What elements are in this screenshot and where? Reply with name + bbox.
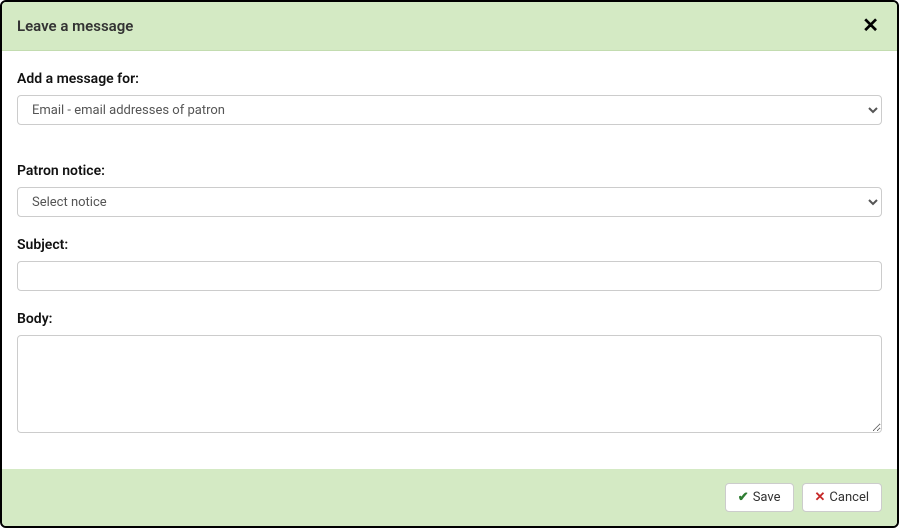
message-for-label: Add a message for: <box>17 71 882 87</box>
subject-label: Subject: <box>17 237 882 253</box>
patron-notice-label: Patron notice: <box>17 163 882 179</box>
check-icon: ✔ <box>738 490 749 505</box>
cancel-button[interactable]: ✕ Cancel <box>802 483 882 512</box>
close-icon: ✕ <box>862 15 879 37</box>
body-textarea[interactable] <box>17 335 882 433</box>
subject-input[interactable] <box>17 261 882 291</box>
leave-message-modal: Leave a message ✕ Add a message for: Ema… <box>0 0 899 528</box>
cross-icon: ✕ <box>815 490 826 505</box>
modal-header: Leave a message ✕ <box>2 2 897 51</box>
message-for-select[interactable]: Email - email addresses of patron <box>17 95 882 125</box>
save-button-label: Save <box>753 490 781 505</box>
close-button[interactable]: ✕ <box>859 16 882 36</box>
body-label: Body: <box>17 311 882 327</box>
field-message-for: Add a message for: Email - email address… <box>17 71 882 125</box>
field-subject: Subject: <box>17 237 882 291</box>
modal-footer: ✔ Save ✕ Cancel <box>2 469 897 526</box>
save-button[interactable]: ✔ Save <box>725 483 794 512</box>
patron-notice-select[interactable]: Select notice <box>17 187 882 217</box>
modal-body: Add a message for: Email - email address… <box>2 51 897 469</box>
field-patron-notice: Patron notice: Select notice <box>17 163 882 217</box>
modal-title: Leave a message <box>17 17 133 35</box>
field-body: Body: <box>17 311 882 437</box>
cancel-button-label: Cancel <box>829 490 869 505</box>
spacer <box>17 145 882 163</box>
